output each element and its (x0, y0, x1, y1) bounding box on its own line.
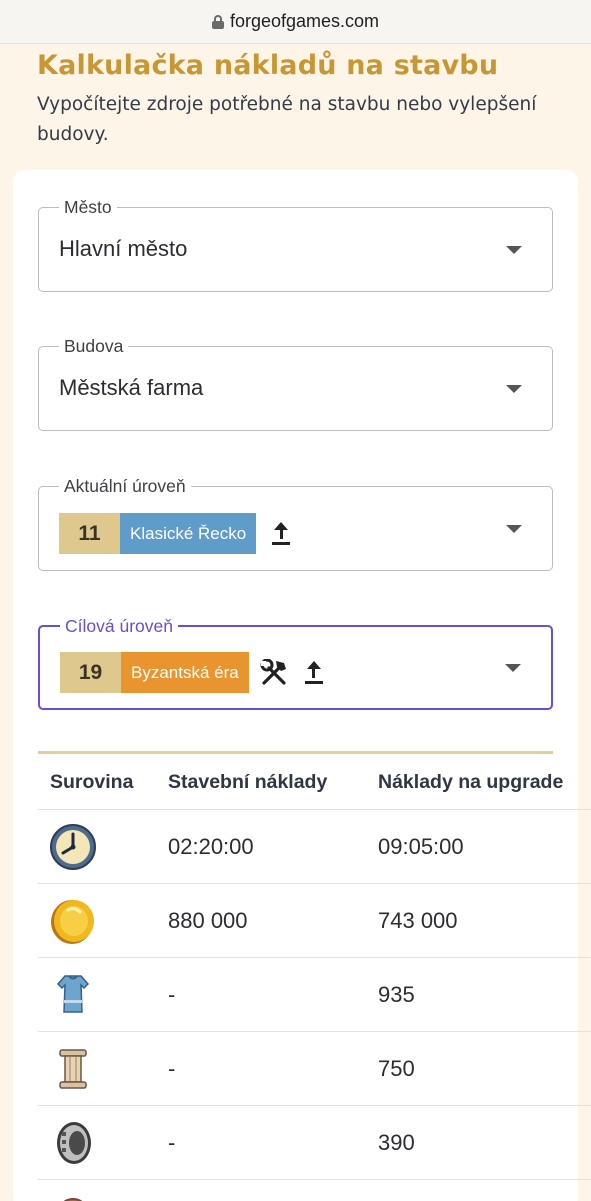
build-cost-value: - (168, 1056, 176, 1081)
target-level-badge: 19 Byzantská éra (60, 652, 323, 693)
current-level-select[interactable]: Aktuální úroveň 11 Klasické Řecko (38, 476, 553, 571)
building-value: Městská farma (59, 375, 204, 400)
page-subtitle: Vypočítejte zdroje potřebné na stavbu ne… (37, 94, 537, 145)
dropdown-caret-icon (506, 385, 522, 393)
level-number: 19 (60, 652, 121, 693)
column-header-upgrade-cost: Náklady na upgrade (378, 771, 564, 793)
table-row (38, 1180, 591, 1201)
dropdown-caret-icon (505, 664, 521, 672)
city-select[interactable]: Město Hlavní město (38, 197, 553, 292)
browser-url-bar[interactable]: forgeofgames.com (0, 0, 591, 44)
target-level-select[interactable]: Cílová úroveň 19 Byzantská éra (38, 616, 553, 710)
clock-icon (48, 822, 98, 872)
era-tag: Klasické Řecko (120, 513, 257, 554)
hammer-wrench-icon (259, 658, 289, 687)
city-label: Město (59, 197, 117, 218)
upgrade-cost-value: 743 000 (378, 908, 458, 933)
table-header: Surovina Stavební náklady Náklady na upg… (38, 754, 591, 810)
dropdown-caret-icon (506, 246, 522, 254)
build-cost-value: 02:20:00 (168, 834, 254, 859)
tunic-icon (48, 970, 98, 1020)
city-value: Hlavní město (59, 236, 188, 261)
target-level-label: Cílová úroveň (60, 616, 178, 637)
table-row: - 750 (38, 1032, 591, 1106)
build-cost-value: - (168, 1130, 176, 1155)
upgrade-arrow-icon (272, 521, 291, 546)
building-label: Budova (59, 336, 129, 357)
current-level-label: Aktuální úroveň (59, 476, 191, 497)
dropdown-caret-icon (506, 525, 522, 533)
upgrade-cost-value: 935 (378, 982, 415, 1007)
url-text: forgeofgames.com (229, 11, 380, 31)
column-header-build-cost: Stavební náklady (168, 771, 328, 793)
table-row: - 390 (38, 1106, 591, 1180)
build-cost-value: - (168, 982, 176, 1007)
cost-table: Surovina Stavební náklady Náklady na upg… (38, 754, 591, 1201)
lock-icon (211, 14, 224, 29)
coin-icon (48, 896, 98, 946)
table-row: - 935 (38, 958, 591, 1032)
upgrade-cost-value: 390 (378, 1130, 415, 1155)
current-level-badge: 11 Klasické Řecko (59, 513, 291, 554)
build-cost-value: 880 000 (168, 908, 248, 933)
upgrade-arrow-icon (304, 660, 323, 685)
era-tag: Byzantská éra (121, 652, 249, 693)
column-header-resource: Surovina (50, 771, 134, 793)
upgrade-cost-value: 09:05:00 (378, 834, 464, 859)
table-row: 02:20:00 09:05:00 (38, 810, 591, 884)
page-title: Kalkulačka nákladů na stavbu (37, 50, 499, 81)
ring-icon (48, 1118, 98, 1168)
column-icon (48, 1044, 98, 1094)
building-select[interactable]: Budova Městská farma (38, 336, 553, 431)
level-number: 11 (59, 513, 120, 554)
resource-icon (48, 1192, 98, 1201)
table-row: 880 000 743 000 (38, 884, 591, 958)
upgrade-cost-value: 750 (378, 1056, 415, 1081)
